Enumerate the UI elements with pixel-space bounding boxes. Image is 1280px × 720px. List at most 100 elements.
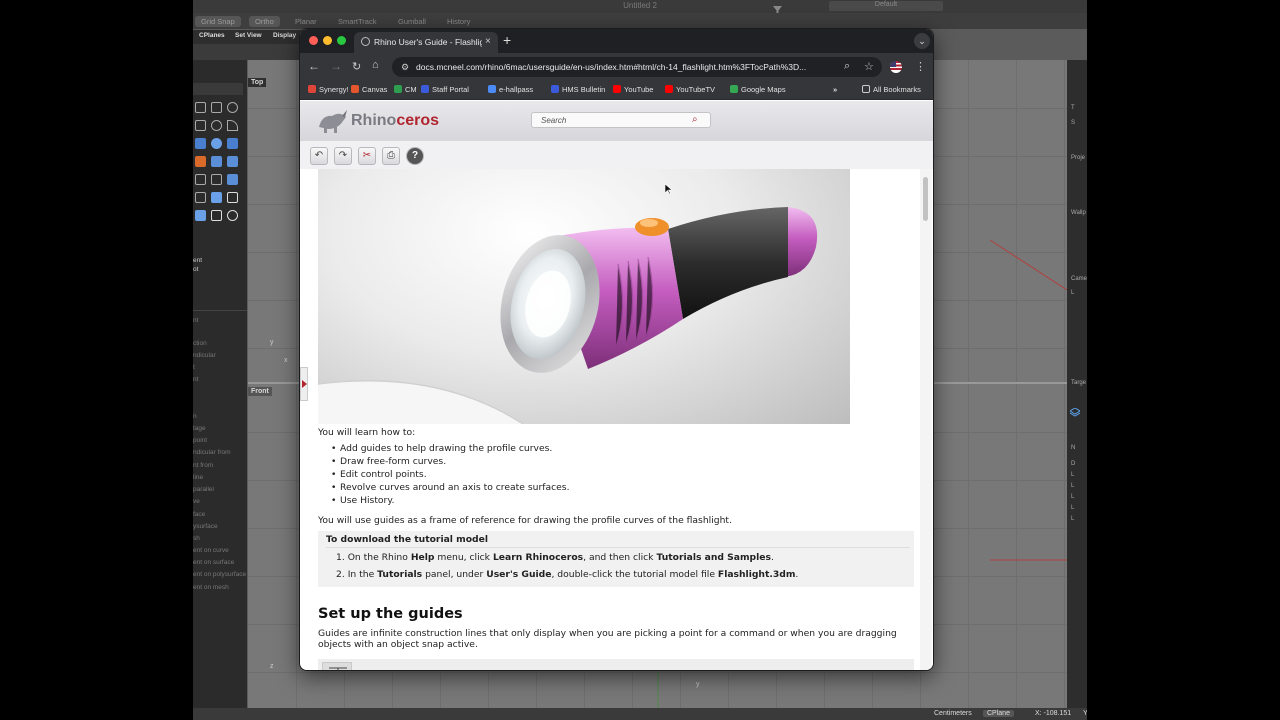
osnap-option[interactable]: ot: [193, 266, 198, 273]
tab-display[interactable]: Display: [273, 32, 296, 39]
home-icon[interactable]: ⌂: [372, 59, 379, 71]
array-tool-icon[interactable]: [195, 192, 206, 203]
osnap-option[interactable]: tage: [193, 425, 206, 432]
loft-tool-icon[interactable]: [227, 156, 238, 167]
remove-highlight-icon[interactable]: ✂: [358, 147, 376, 165]
print-icon[interactable]: ⎙: [382, 147, 400, 165]
osnap-option[interactable]: nt: [193, 376, 198, 383]
minimize-window-button[interactable]: [323, 36, 332, 45]
reload-icon[interactable]: ↻: [352, 60, 361, 73]
bookmark-item[interactable]: Synergy!: [308, 85, 349, 94]
select-tool-icon[interactable]: [195, 102, 206, 113]
arc-tool-icon[interactable]: [211, 120, 222, 131]
osnap-option[interactable]: ent on polysurface: [193, 571, 246, 578]
osnap-option[interactable]: t: [193, 364, 195, 371]
scroll-thumb[interactable]: [923, 177, 928, 221]
osnap-option[interactable]: ndicular from: [193, 449, 231, 456]
osnap-option[interactable]: nt from: [193, 462, 213, 469]
bookmark-item[interactable]: Staff Portal: [421, 85, 469, 94]
bookmark-item[interactable]: Google Maps: [730, 85, 786, 94]
new-tab-button[interactable]: +: [503, 32, 511, 48]
bookmarks-overflow-icon[interactable]: »: [833, 85, 837, 94]
zoom-window-button[interactable]: [337, 36, 346, 45]
site-search-field[interactable]: Search ⌕: [531, 112, 711, 128]
fillet-tool-icon[interactable]: [227, 120, 238, 131]
bookmark-item[interactable]: e-hallpass: [488, 85, 533, 94]
kebab-menu-icon[interactable]: ⋮: [915, 60, 926, 73]
osnap-option[interactable]: ysurface: [193, 523, 218, 530]
browser-tab-active[interactable]: Rhino User's Guide - Flashlight ×: [354, 32, 498, 53]
bookmark-star-icon[interactable]: ☆: [864, 60, 874, 73]
tab-close-icon[interactable]: ×: [485, 36, 491, 47]
smarttrack-toggle[interactable]: SmartTrack: [332, 16, 382, 27]
all-bookmarks-button[interactable]: All Bookmarks: [862, 85, 921, 94]
circle-tool-icon[interactable]: [227, 102, 238, 113]
layers-icon[interactable]: [1069, 405, 1081, 417]
osnap-option[interactable]: ction: [193, 340, 207, 347]
url-text[interactable]: docs.mcneel.com/rhino/6mac/usersguide/en…: [416, 62, 826, 72]
cube-tool-icon[interactable]: [211, 192, 222, 203]
ortho-toggle[interactable]: Ortho: [249, 16, 280, 27]
toc-toggle-button[interactable]: [300, 367, 308, 401]
osnap-option[interactable]: parallel: [193, 486, 214, 493]
dimension-tool-icon[interactable]: [227, 192, 238, 203]
osnap-option[interactable]: ve: [193, 498, 200, 505]
sphere-tool-icon[interactable]: [211, 138, 222, 149]
close-window-button[interactable]: [309, 36, 318, 45]
address-bar[interactable]: ⚙ docs.mcneel.com/rhino/6mac/usersguide/…: [392, 57, 882, 77]
cap-tool-icon[interactable]: [227, 174, 238, 185]
box-tool-icon[interactable]: [195, 138, 206, 149]
osnap-option[interactable]: face: [193, 511, 205, 518]
zoom-icon[interactable]: ⌕: [844, 60, 850, 73]
osnap-option[interactable]: line: [193, 474, 203, 481]
osnap-option[interactable]: ent on mesh: [193, 584, 229, 591]
back-icon[interactable]: ←: [308, 59, 320, 73]
grid-snap-toggle[interactable]: Grid Snap: [195, 16, 241, 27]
filter-icon[interactable]: [773, 2, 782, 15]
bookmark-item[interactable]: YouTubeTV: [665, 85, 715, 94]
rhinoceros-logo[interactable]: Rhinoceros: [316, 107, 456, 135]
command-line[interactable]: [193, 83, 243, 95]
tab-search-button[interactable]: ⌄: [914, 33, 930, 49]
extrude-tool-icon[interactable]: [211, 156, 222, 167]
coord-x-readout: X: -108.151: [1035, 710, 1072, 717]
bookmark-item[interactable]: YouTube: [613, 85, 653, 94]
history-toggle[interactable]: History: [441, 16, 476, 27]
units-label[interactable]: Centimeters: [934, 710, 972, 717]
osnap-option[interactable]: point: [193, 437, 207, 444]
osnap-option[interactable]: sh: [193, 535, 200, 542]
layer-field[interactable]: Default: [829, 1, 943, 11]
toolbar-tabs: CPlanes Set View Display: [193, 30, 303, 44]
search-icon[interactable]: ⌕: [692, 114, 698, 125]
rotate-tool-icon[interactable]: [195, 174, 206, 185]
rectangle-tool-icon[interactable]: [211, 102, 222, 113]
paint-tool-icon[interactable]: [195, 156, 206, 167]
tab-cplanes[interactable]: CPlanes: [199, 32, 225, 39]
forward-arrow-icon[interactable]: ↷: [334, 147, 352, 165]
profile-flag-icon[interactable]: [890, 61, 902, 73]
osnap-option[interactable]: ndicular: [193, 352, 216, 359]
surface-tool-icon[interactable]: [195, 210, 206, 221]
cylinder-tool-icon[interactable]: [227, 138, 238, 149]
osnap-option[interactable]: ent on curve: [193, 547, 229, 554]
help-icon[interactable]: ?: [406, 147, 424, 165]
tab-set-view[interactable]: Set View: [235, 32, 262, 39]
page-scrollbar[interactable]: [920, 169, 932, 670]
cplane-select[interactable]: CPlane: [983, 710, 1014, 717]
osnap-option[interactable]: ent on surface: [193, 559, 234, 566]
curve-tool-icon[interactable]: [195, 120, 206, 131]
osnap-option[interactable]: n: [193, 413, 197, 420]
bookmark-item[interactable]: CM: [394, 85, 417, 94]
planar-toggle[interactable]: Planar: [289, 16, 323, 27]
osnap-option[interactable]: ent: [193, 257, 202, 264]
forward-icon[interactable]: →: [330, 59, 342, 73]
site-info-icon[interactable]: ⚙: [401, 62, 409, 73]
bookmark-item[interactable]: Canvas: [351, 85, 387, 94]
move-tool-icon[interactable]: [211, 174, 222, 185]
gumball-toggle[interactable]: Gumball: [392, 16, 432, 27]
check-tool-icon[interactable]: [211, 210, 222, 221]
osnap-option[interactable]: nt: [193, 317, 198, 324]
bookmark-item[interactable]: HMS Bulletin: [551, 85, 605, 94]
back-arrow-icon[interactable]: ↶: [310, 147, 328, 165]
render-tool-icon[interactable]: [227, 210, 238, 221]
